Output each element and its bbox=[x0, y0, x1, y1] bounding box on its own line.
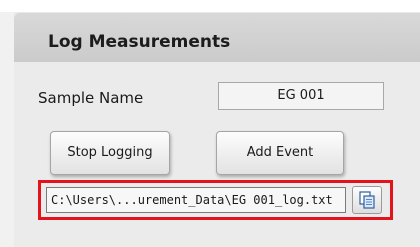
copy-path-icon bbox=[359, 191, 375, 209]
sample-name-label: Sample Name bbox=[38, 89, 144, 107]
sample-name-field[interactable]: EG 001 bbox=[218, 82, 384, 110]
stop-logging-button[interactable]: Stop Logging bbox=[50, 131, 170, 175]
window-top-strip bbox=[0, 0, 420, 12]
add-event-button[interactable]: Add Event bbox=[216, 131, 344, 175]
copy-path-button[interactable] bbox=[352, 186, 382, 214]
log-file-path-field[interactable]: C:\Users\...urement_Data\EG 001_log.txt bbox=[46, 187, 346, 213]
panel-header: Log Measurements bbox=[14, 12, 420, 62]
panel-title: Log Measurements bbox=[48, 32, 231, 52]
